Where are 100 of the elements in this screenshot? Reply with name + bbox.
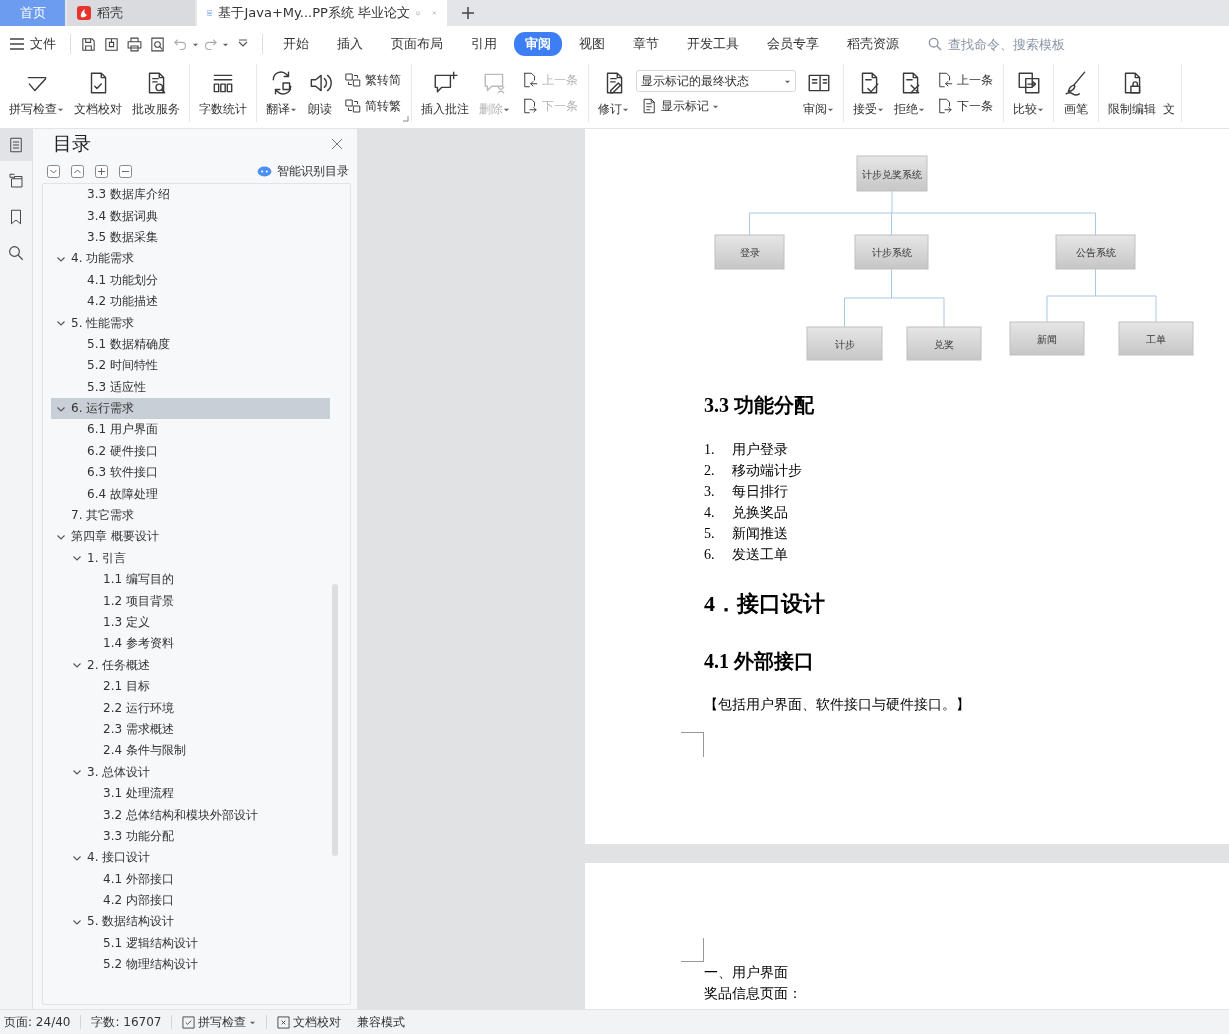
ribbon-tab[interactable]: 章节	[622, 32, 670, 56]
toc-item[interactable]: 4.2 功能描述	[67, 290, 330, 313]
toc-item[interactable]: 3.5 数据采集	[67, 226, 330, 249]
ribbon-button[interactable]: 朗读	[302, 66, 338, 120]
window-tab[interactable]: 基于Java+My...PP系统 毕业论文	[197, 0, 447, 26]
collapse-all-icon[interactable]	[71, 164, 84, 178]
toc-item[interactable]: 6.4 故障处理	[67, 483, 330, 505]
toc-item[interactable]: 2. 任务概述	[67, 654, 330, 676]
toc-item[interactable]: 5.2 物理结构设计	[83, 954, 330, 976]
previous-icon	[521, 71, 539, 89]
toc-item[interactable]: 1.3 定义	[83, 611, 330, 634]
toc-item[interactable]: 3. 总体设计	[67, 761, 330, 783]
ribbon-button[interactable]: 显示标记	[636, 96, 796, 116]
ribbon-tab[interactable]: 稻壳资源	[836, 32, 910, 56]
ribbon-button[interactable]: 文	[1161, 101, 1177, 118]
toc-item[interactable]: 6.1 用户界面	[67, 419, 330, 441]
toc-item[interactable]: 5.1 数据精确度	[67, 333, 330, 356]
ribbon-button[interactable]: 翻译	[261, 66, 302, 120]
panel-title: 目录	[53, 131, 91, 156]
ribbon-tab[interactable]: 开发工具	[676, 32, 750, 56]
toc-item[interactable]: 5.2 时间特性	[67, 355, 330, 377]
toc-item[interactable]: 6. 运行需求	[51, 397, 330, 420]
ribbon-tab[interactable]: 开始	[272, 32, 320, 56]
ribbon-tab[interactable]: 页面布局	[380, 32, 454, 56]
search-field[interactable]: 查找命令、搜索模板	[946, 35, 1100, 53]
save-icon[interactable]	[80, 35, 97, 53]
toc-item[interactable]: 6.2 硬件接口	[67, 440, 330, 463]
ribbon-button[interactable]: 批改服务	[127, 66, 185, 120]
next-icon	[936, 97, 954, 115]
add-tab-icon[interactable]	[461, 6, 475, 20]
ribbon-button[interactable]: 上一条	[932, 70, 997, 90]
add-icon[interactable]	[95, 164, 108, 178]
file-menu[interactable]: 文件	[8, 35, 64, 53]
markup-view-dropdown[interactable]: 显示标记的最终状态	[636, 70, 796, 92]
margin-corner-mark	[681, 732, 704, 757]
window-tab[interactable]: 稻壳	[67, 0, 195, 26]
export-icon[interactable]	[103, 35, 120, 53]
toc-item[interactable]: 3.3 数据库介绍	[67, 184, 330, 206]
ribbon-button[interactable]: 画笔	[1058, 66, 1094, 120]
ribbon-button[interactable]: 拒绝	[889, 66, 930, 120]
diagram-node: 兑奖	[906, 326, 982, 361]
toc-item[interactable]: 4.1 功能划分	[67, 269, 330, 291]
ribbon-button[interactable]: 下一条	[932, 96, 997, 116]
list-item: 用户登录	[732, 441, 788, 459]
ribbon-button[interactable]: 比较	[1008, 66, 1049, 120]
toc-item[interactable]: 第四章 概要设计	[51, 526, 330, 548]
table-of-contents-icon[interactable]	[0, 129, 32, 161]
list-number: 2.	[704, 462, 716, 480]
toc-item[interactable]: 1.2 项目背景	[83, 590, 330, 612]
toc-item[interactable]: 1. 引言	[67, 547, 330, 570]
ribbon-button[interactable]: 繁转简	[340, 70, 405, 90]
close-icon[interactable]	[331, 138, 343, 150]
ribbon-button[interactable]: 修订	[593, 66, 634, 120]
toc-item[interactable]: 1.4 参考资料	[83, 633, 330, 655]
toc-item[interactable]: 5.1 逻辑结构设计	[83, 932, 330, 955]
toc-item[interactable]: 6.3 软件接口	[67, 462, 330, 484]
toc-item[interactable]: 1.1 编写目的	[83, 569, 330, 591]
scrollbar-thumb[interactable]	[332, 584, 338, 856]
toc-item[interactable]: 5.3 适应性	[67, 376, 330, 398]
ribbon-button[interactable]: 插入批注	[416, 66, 474, 120]
ribbon-tab[interactable]: 视图	[568, 32, 616, 56]
ribbon-button[interactable]: 审阅	[798, 66, 839, 120]
smart-toc-button[interactable]: 智能识别目录	[257, 162, 349, 180]
toc-item[interactable]: 3.3 功能分配	[83, 825, 330, 848]
ribbon-button[interactable]: 限制编辑	[1103, 66, 1161, 120]
convert-icon	[344, 97, 362, 115]
list-number: 3.	[704, 483, 716, 501]
print-icon[interactable]	[126, 35, 143, 53]
toc-item[interactable]: 4. 功能需求	[51, 248, 330, 270]
ribbon-tab[interactable]: 插入	[326, 32, 374, 56]
ribbon-tab[interactable]: 审阅	[514, 32, 562, 56]
print-preview-icon[interactable]	[149, 35, 166, 53]
ribbon-tab[interactable]: 引用	[460, 32, 508, 56]
ribbon-button[interactable]: 接受	[848, 66, 889, 120]
ribbon-button[interactable]: 文档校对	[69, 66, 127, 120]
toc-item[interactable]: 4.2 内部接口	[83, 889, 330, 912]
section-heading: 3.3 功能分配	[704, 393, 815, 418]
toc-item[interactable]: 3.1 处理流程	[83, 782, 330, 805]
toc-item[interactable]: 3.4 数据词典	[67, 205, 330, 227]
toc-item[interactable]: 3.2 总体结构和模块外部设计	[83, 804, 330, 826]
list-number: 6.	[704, 546, 716, 564]
proofread-icon	[277, 1015, 291, 1029]
toc-item[interactable]: 5. 数据结构设计	[67, 911, 330, 933]
toc-item[interactable]: 5. 性能需求	[51, 312, 330, 334]
ribbon-button[interactable]: 简转繁	[340, 96, 405, 116]
remove-icon[interactable]	[119, 164, 132, 178]
toc-item[interactable]: 2.4 条件与限制	[83, 740, 330, 762]
proofread-button[interactable]: 文档校对	[277, 1013, 352, 1031]
expand-all-icon[interactable]	[47, 164, 60, 178]
toc-item[interactable]: 7. 其它需求	[51, 504, 330, 527]
toc-item[interactable]: 2.3 需求概述	[83, 718, 330, 741]
toc-item[interactable]: 4.1 外部接口	[83, 868, 330, 890]
spell-check-button[interactable]: 拼写检查	[182, 1013, 267, 1031]
toc-item[interactable]: 2.1 目标	[83, 676, 330, 698]
toc-item[interactable]: 4. 接口设计	[67, 847, 330, 869]
ribbon-button[interactable]: 字数统计	[194, 66, 252, 120]
ribbon-button[interactable]: 拼写检查	[4, 66, 69, 120]
diagram-node: 新闻	[1009, 321, 1085, 356]
ribbon-tab[interactable]: 会员专享	[756, 32, 830, 56]
toc-item[interactable]: 2.2 运行环境	[83, 697, 330, 719]
